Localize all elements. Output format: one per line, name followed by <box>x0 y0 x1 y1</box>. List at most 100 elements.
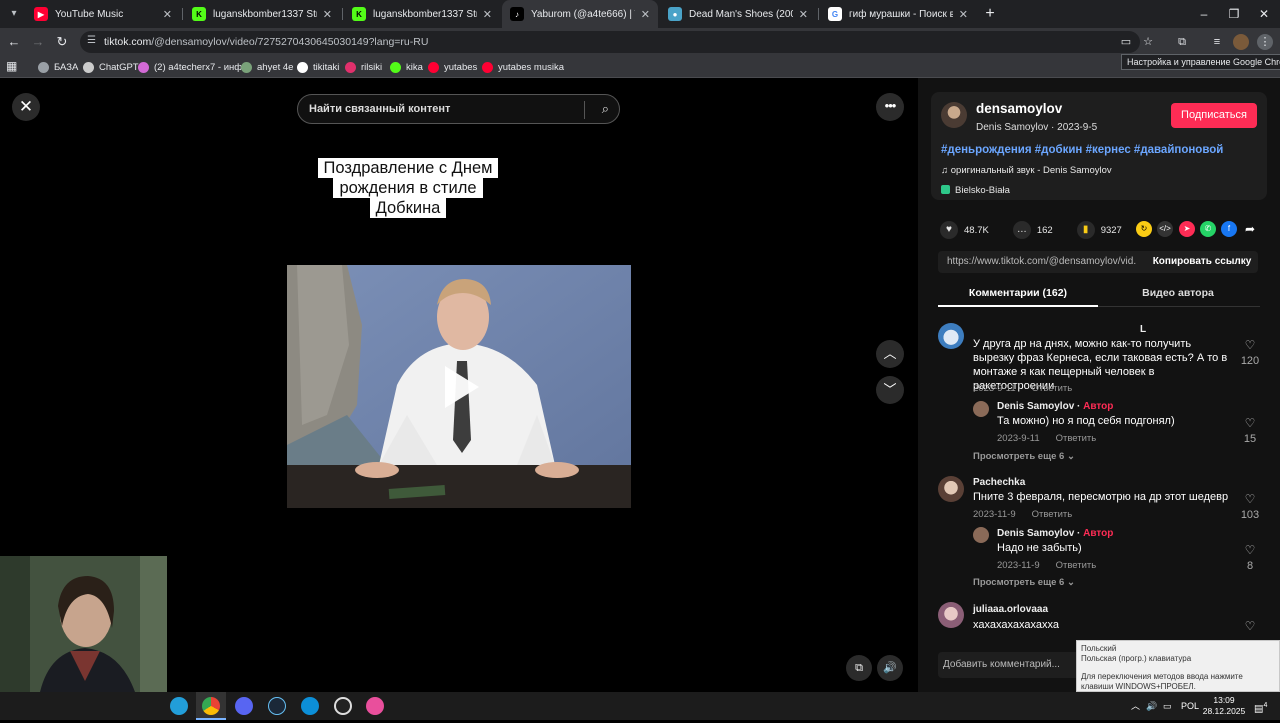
comment-like[interactable]: ♡ 103 <box>1236 493 1264 522</box>
bookmark-star-icon[interactable]: ☆ <box>1140 34 1156 50</box>
video-location[interactable]: Bielsko-Biała <box>941 185 1010 196</box>
video-hashtags[interactable]: #деньрождения #добкин #кернес #давайпоно… <box>941 144 1223 156</box>
reply-avatar[interactable] <box>973 401 989 417</box>
reply-link[interactable]: Ответить <box>1056 433 1097 444</box>
comment-avatar[interactable] <box>938 476 964 502</box>
comment-avatar[interactable] <box>938 323 964 349</box>
comment-like[interactable]: ♡ 120 <box>1236 339 1264 368</box>
reply-link[interactable]: Ответить <box>1056 560 1097 571</box>
site-info-icon[interactable]: ☰ <box>87 35 96 46</box>
heart-outline-icon[interactable]: ♡ <box>1236 544 1264 557</box>
close-tab-icon[interactable]: ✕ <box>163 8 172 21</box>
reload-button[interactable]: ↻ <box>52 32 72 52</box>
restore-button[interactable]: ❐ <box>1218 0 1250 28</box>
bookmark-ahyet[interactable]: ahyet 4e <box>241 59 293 75</box>
tab-kick-stream-2[interactable]: K luganskbomber1337 Stream - V ✕ <box>344 0 500 28</box>
bookmark-a4techerx7[interactable]: (2) a4techerx7 - инф... <box>138 59 250 75</box>
reading-list-icon[interactable]: ≡ <box>1209 34 1225 50</box>
more-options-button[interactable]: ••• <box>876 93 904 121</box>
tab-tiktok[interactable]: ♪ Yaburom (@a4te666) | TikTok ✕ <box>502 0 658 28</box>
reply-username[interactable]: Denis Samoylov · Автор <box>997 528 1113 539</box>
previous-video-button[interactable]: ︿ <box>876 340 904 368</box>
bookmark-rilsiki[interactable]: rilsiki <box>345 59 382 75</box>
reply-like[interactable]: ♡ 8 <box>1236 544 1264 573</box>
tab-author-videos[interactable]: Видео автора <box>1098 287 1258 299</box>
minimize-button[interactable]: – <box>1188 0 1220 28</box>
related-search-input[interactable]: Найти связанный контент ⌕ <box>297 94 620 124</box>
tab-kick-stream-1[interactable]: K luganskbomber1337 Stream - K ✕ <box>184 0 340 28</box>
close-tab-icon[interactable]: ✕ <box>323 8 332 21</box>
profile-avatar[interactable] <box>1233 34 1249 50</box>
repost-icon[interactable]: ↻ <box>1136 221 1152 237</box>
view-more-replies[interactable]: Просмотреть еще 6 ⌄ <box>973 577 1075 588</box>
apps-grid-icon[interactable]: ▦ <box>6 59 20 73</box>
close-tab-icon[interactable]: ✕ <box>483 8 492 21</box>
facebook-icon[interactable]: f <box>1221 221 1237 237</box>
tab-comments[interactable]: Комментарии (162) <box>938 287 1098 299</box>
comment-icon[interactable]: … <box>1012 221 1031 239</box>
close-tab-icon[interactable]: ✕ <box>799 8 808 21</box>
reply-username[interactable]: Denis Samoylov · Автор <box>997 401 1113 412</box>
embed-icon[interactable]: </> <box>1157 221 1173 237</box>
telegram-icon[interactable] <box>170 697 188 715</box>
heart-icon[interactable]: ♥ <box>940 221 958 239</box>
cast-icon[interactable]: ▭ <box>1118 34 1134 50</box>
video-sound[interactable]: ♫ оригинальный звук - Denis Samoylov <box>941 165 1112 176</box>
bookmark-yutabes-musika[interactable]: yutabes musika <box>482 59 564 75</box>
tab-google-search[interactable]: G гиф мурашки - Поиск в Googl ✕ <box>820 0 976 28</box>
video-frame[interactable] <box>287 265 631 508</box>
bookmark-icon[interactable]: ▮ <box>1076 221 1095 239</box>
tab-youtube-music[interactable]: ▶ YouTube Music ✕ <box>26 0 180 28</box>
bookmark-kika[interactable]: kika <box>390 59 423 75</box>
comment-username[interactable]: juliaaa.orlovaaa <box>973 604 1048 615</box>
share-arrow-icon[interactable]: ➦ <box>1242 221 1258 237</box>
reply-link[interactable]: Ответить <box>1032 383 1073 394</box>
close-tab-icon[interactable]: ✕ <box>641 8 650 21</box>
reply-like[interactable]: ♡ 15 <box>1236 417 1264 446</box>
reply-link[interactable]: Ответить <box>1032 509 1073 520</box>
edge-icon[interactable] <box>301 697 319 715</box>
obs-icon[interactable] <box>334 697 352 715</box>
author-handle[interactable]: densamoylov <box>976 101 1062 116</box>
heart-outline-icon[interactable]: ♡ <box>1236 493 1264 506</box>
follow-button[interactable]: Подписаться <box>1171 103 1257 128</box>
address-bar[interactable]: ☰ tiktok.com/@densamoylov/video/72752704… <box>80 31 1140 53</box>
notification-center-icon[interactable]: ▤4 <box>1254 692 1267 720</box>
comment-like[interactable]: ♡ <box>1236 620 1264 633</box>
whatsapp-icon[interactable]: ✆ <box>1200 221 1216 237</box>
comment-username[interactable]: L <box>1140 324 1146 335</box>
back-button[interactable]: ← <box>4 32 24 52</box>
heart-outline-icon[interactable]: ♡ <box>1236 620 1264 633</box>
bookmark-yutabes[interactable]: yutabes <box>428 59 477 75</box>
discord-icon[interactable] <box>235 697 253 715</box>
video-player[interactable]: Поздравление с Днем рождения в стиле Доб… <box>287 134 631 692</box>
tray-expand-icon[interactable]: ︿ <box>1131 692 1140 720</box>
chrome-menu-icon[interactable]: ⋮ <box>1257 34 1273 50</box>
forward-button[interactable]: → <box>28 32 48 52</box>
comment-username[interactable]: Pachechka <box>973 477 1025 488</box>
author-avatar[interactable] <box>941 102 967 128</box>
steam-icon[interactable] <box>268 697 286 715</box>
share-link-text[interactable]: https://www.tiktok.com/@densamoylov/vid.… <box>947 256 1137 267</box>
close-video-button[interactable]: ✕ <box>12 93 40 121</box>
comment-avatar[interactable] <box>938 602 964 628</box>
tab-movie[interactable]: ● Dead Man's Shoes (2004) direct ✕ <box>660 0 816 28</box>
copy-link-button[interactable]: Копировать ссылку <box>1146 251 1258 273</box>
extensions-icon[interactable]: ⧉ <box>1174 34 1190 50</box>
view-more-replies[interactable]: Просмотреть еще 6 ⌄ <box>973 451 1075 462</box>
new-tab-button[interactable]: + <box>980 4 1000 24</box>
osu-icon[interactable] <box>366 697 384 715</box>
volume-icon[interactable]: 🔊 <box>877 655 903 681</box>
heart-outline-icon[interactable]: ♡ <box>1236 339 1264 352</box>
chrome-icon[interactable] <box>202 697 220 715</box>
close-window-button[interactable]: ✕ <box>1248 0 1280 28</box>
tray-network-icon[interactable]: ▭ <box>1163 692 1172 720</box>
bookmark-chatgpt[interactable]: ChatGPT <box>83 59 139 75</box>
search-icon[interactable]: ⌕ <box>602 101 609 117</box>
reply-avatar[interactable] <box>973 527 989 543</box>
tray-volume-icon[interactable]: 🔊 <box>1146 692 1157 720</box>
heart-outline-icon[interactable]: ♡ <box>1236 417 1264 430</box>
pip-icon[interactable]: ⧉ <box>846 655 872 681</box>
close-tab-icon[interactable]: ✕ <box>959 8 968 21</box>
bookmark-tikitaki[interactable]: tikitaki <box>297 59 339 75</box>
